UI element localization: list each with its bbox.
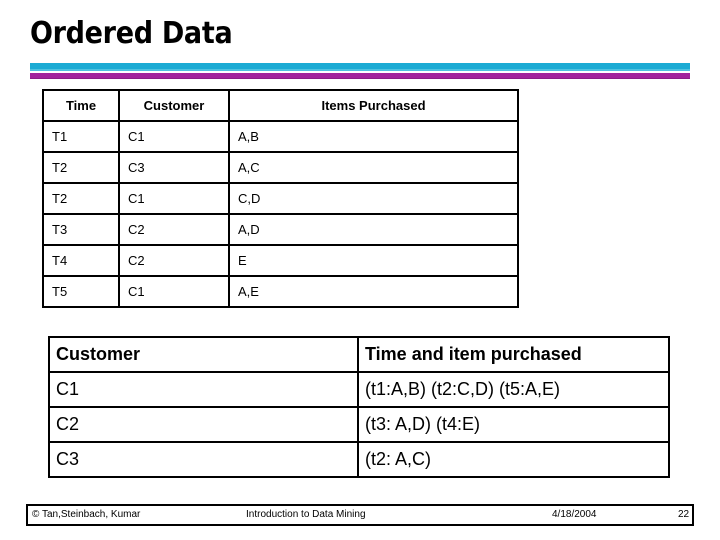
- cell-time: T1: [42, 120, 120, 153]
- title-divider: [30, 63, 690, 79]
- cell-sequence: (t2: A,C): [357, 441, 670, 478]
- table-row: T3 C2 A,D: [42, 213, 519, 246]
- cell-customer: C2: [118, 244, 230, 277]
- divider-bar-cyan-light: [30, 69, 690, 71]
- cell-time: T2: [42, 182, 120, 215]
- column-header-customer: Customer: [48, 336, 359, 373]
- table-row: T5 C1 A,E: [42, 275, 519, 308]
- table-row: T2 C3 A,C: [42, 151, 519, 184]
- cell-sequence: (t1:A,B) (t2:C,D) (t5:A,E): [357, 371, 670, 408]
- cell-items: A,C: [228, 151, 519, 184]
- slide-footer: © Tan,Steinbach, Kumar Introduction to D…: [26, 504, 694, 526]
- cell-items: E: [228, 244, 519, 277]
- page-title: Ordered Data: [30, 16, 233, 51]
- footer-credit: © Tan,Steinbach, Kumar: [32, 509, 141, 520]
- column-header-time-and-items: Time and item purchased: [357, 336, 670, 373]
- table-row: T1 C1 A,B: [42, 120, 519, 153]
- table-row: C3 (t2: A,C): [48, 441, 670, 478]
- cell-items: A,E: [228, 275, 519, 308]
- cell-customer: C2: [48, 406, 359, 443]
- cell-sequence: (t3: A,D) (t4:E): [357, 406, 670, 443]
- cell-customer: C1: [118, 120, 230, 153]
- column-header-time: Time: [42, 89, 120, 122]
- column-header-items: Items Purchased: [228, 89, 519, 122]
- cell-customer: C2: [118, 213, 230, 246]
- table-header-row: Time Customer Items Purchased: [42, 89, 519, 122]
- divider-bar-purple-dark: [30, 78, 690, 79]
- transactions-table: Time Customer Items Purchased T1 C1 A,B …: [42, 89, 519, 308]
- table-row: T4 C2 E: [42, 244, 519, 277]
- table-row: T2 C1 C,D: [42, 182, 519, 215]
- column-header-customer: Customer: [118, 89, 230, 122]
- cell-time: T5: [42, 275, 120, 308]
- cell-items: C,D: [228, 182, 519, 215]
- table-row: C2 (t3: A,D) (t4:E): [48, 406, 670, 443]
- cell-customer: C1: [48, 371, 359, 408]
- customer-sequence-table: Customer Time and item purchased C1 (t1:…: [48, 336, 670, 478]
- cell-items: A,B: [228, 120, 519, 153]
- cell-customer: C3: [118, 151, 230, 184]
- cell-time: T2: [42, 151, 120, 184]
- footer-course-title: Introduction to Data Mining: [246, 509, 366, 520]
- table-header-row: Customer Time and item purchased: [48, 336, 670, 373]
- cell-customer: C1: [118, 275, 230, 308]
- cell-customer: C1: [118, 182, 230, 215]
- cell-items: A,D: [228, 213, 519, 246]
- cell-time: T4: [42, 244, 120, 277]
- cell-time: T3: [42, 213, 120, 246]
- footer-page-number: 22: [678, 509, 690, 520]
- cell-customer: C3: [48, 441, 359, 478]
- table-row: C1 (t1:A,B) (t2:C,D) (t5:A,E): [48, 371, 670, 408]
- slide-canvas: Ordered Data Time Customer Items Purchas…: [0, 0, 720, 540]
- footer-date: 4/18/2004: [552, 509, 597, 520]
